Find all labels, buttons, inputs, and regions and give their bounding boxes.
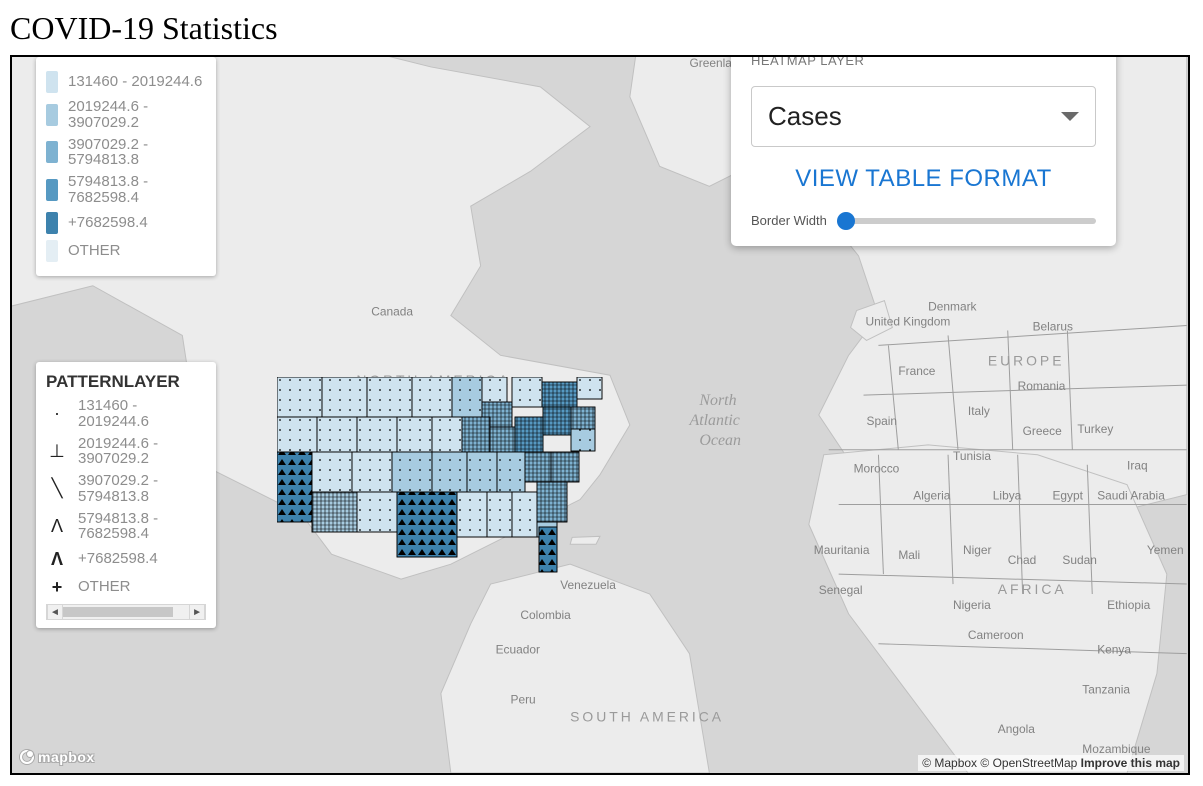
label-nigeria: Nigeria xyxy=(953,598,991,612)
label-senegal: Senegal xyxy=(819,583,863,597)
label-niger: Niger xyxy=(963,543,992,557)
mapbox-logo[interactable]: mapbox xyxy=(20,749,95,765)
label-denmark: Denmark xyxy=(928,300,976,314)
label-italy: Italy xyxy=(968,404,990,418)
map-viewport[interactable]: Greenland Canada United States Mexico Cu… xyxy=(10,55,1190,775)
label-mauritania: Mauritania xyxy=(814,543,870,557)
improve-map-link[interactable]: Improve this map xyxy=(1081,756,1180,770)
label-colombia: Colombia xyxy=(520,608,571,622)
label-europe: EUROPE xyxy=(988,352,1065,368)
label-uk: United Kingdom xyxy=(866,315,951,329)
label-ethiopia: Ethiopia xyxy=(1107,598,1150,612)
label-canada: Canada xyxy=(371,305,413,319)
mapbox-logo-text: mapbox xyxy=(38,749,95,765)
legend-pattern-2: 3907029.2 - 5794813.8 xyxy=(78,473,206,505)
label-greece: Greece xyxy=(1023,424,1062,438)
chevron-down-icon xyxy=(1061,112,1079,121)
plus-icon: + xyxy=(46,576,68,598)
label-belarus: Belarus xyxy=(1033,319,1073,333)
dot-icon: · xyxy=(46,403,68,425)
label-spain: Spain xyxy=(867,414,898,428)
legend-pattern-4: +7682598.4 xyxy=(78,551,158,567)
label-egypt: Egypt xyxy=(1052,489,1083,503)
legend-color-4: +7682598.4 xyxy=(68,215,148,231)
label-chad: Chad xyxy=(1008,553,1037,567)
map-attribution: © Mapbox © OpenStreetMap Improve this ma… xyxy=(918,755,1184,771)
label-venezuela: Venezuela xyxy=(560,578,616,592)
legend-color-3: 5794813.8 - 7682598.4 xyxy=(68,174,206,206)
legend-pattern-1: 2019244.6 - 3907029.2 xyxy=(78,436,206,468)
legend-color-2: 3907029.2 - 5794813.8 xyxy=(68,137,206,169)
label-libya: Libya xyxy=(993,489,1022,503)
control-panel: COVID-19 STATE-BY-STATE DAILY STATISTIC … xyxy=(731,55,1116,246)
slider-label: Border Width xyxy=(751,213,827,228)
usa-heatmap[interactable] xyxy=(277,377,607,577)
scroll-left-icon[interactable]: ◄ xyxy=(50,607,60,618)
legend-pattern-0: 131460 - 2019244.6 xyxy=(78,398,206,430)
legend-color-1: 2019244.6 - 3907029.2 xyxy=(68,99,206,131)
caret-solid-icon: Λ xyxy=(46,548,68,570)
label-peru: Peru xyxy=(511,692,536,706)
legend-color-0: 131460 - 2019244.6 xyxy=(68,74,202,90)
panel-subtitle: COVID-19 STATE-BY-STATE DAILY STATISTIC … xyxy=(751,55,1096,68)
legend-pattern-5: OTHER xyxy=(78,579,131,595)
inverted-t-icon: ⊥ xyxy=(46,440,68,462)
legend-scrollbar[interactable]: ◄ ► xyxy=(46,604,206,620)
legend-pattern-3: 5794813.8 - 7682598.4 xyxy=(78,511,206,543)
caret-outline-icon: Λ xyxy=(46,515,68,537)
label-ecuador: Ecuador xyxy=(496,643,540,657)
label-atl1: North xyxy=(698,392,736,409)
slider-thumb[interactable] xyxy=(837,212,855,230)
label-sa: SOUTH AMERICA xyxy=(570,708,724,724)
label-tunisia: Tunisia xyxy=(953,449,991,463)
label-cameroon: Cameroon xyxy=(968,628,1024,642)
label-turkey: Turkey xyxy=(1077,422,1113,436)
label-romania: Romania xyxy=(1018,379,1066,393)
scroll-thumb[interactable] xyxy=(63,607,173,617)
label-morocco: Morocco xyxy=(854,462,900,476)
label-algeria: Algeria xyxy=(913,489,950,503)
label-france: France xyxy=(898,364,935,378)
label-africa: AFRICA xyxy=(998,581,1067,597)
statistic-select[interactable]: Cases xyxy=(751,86,1096,147)
label-mali: Mali xyxy=(898,548,920,562)
label-yemen: Yemen xyxy=(1147,543,1184,557)
view-table-button[interactable]: VIEW TABLE FORMAT xyxy=(751,165,1096,193)
label-mozambique: Mozambique xyxy=(1082,742,1151,756)
pattern-legend-title: PATTERNLAYER xyxy=(46,372,206,392)
pattern-legend: PATTERNLAYER · 131460 - 2019244.6 ⊥ 201924… xyxy=(36,362,216,628)
border-width-slider[interactable] xyxy=(837,218,1096,224)
select-value: Cases xyxy=(768,101,842,132)
label-saudi: Saudi Arabia xyxy=(1097,489,1165,503)
attrib-osm[interactable]: © OpenStreetMap xyxy=(980,756,1077,770)
label-atl2: Atlantic xyxy=(689,412,740,429)
page-title: COVID-19 Statistics xyxy=(10,10,1193,47)
label-sudan: Sudan xyxy=(1062,553,1096,567)
label-kenya: Kenya xyxy=(1097,643,1131,657)
backslash-icon: ╲ xyxy=(46,478,68,500)
legend-color-5: OTHER xyxy=(68,243,121,259)
scroll-right-icon[interactable]: ► xyxy=(192,607,202,618)
color-legend: 131460 - 2019244.6 2019244.6 - 3907029.2… xyxy=(36,57,216,276)
attrib-mapbox[interactable]: © Mapbox xyxy=(922,756,977,770)
label-iraq: Iraq xyxy=(1127,459,1148,473)
label-tanzania: Tanzania xyxy=(1082,682,1130,696)
mapbox-logo-icon xyxy=(20,750,34,764)
label-atl3: Ocean xyxy=(699,432,741,449)
label-angola: Angola xyxy=(998,722,1035,736)
